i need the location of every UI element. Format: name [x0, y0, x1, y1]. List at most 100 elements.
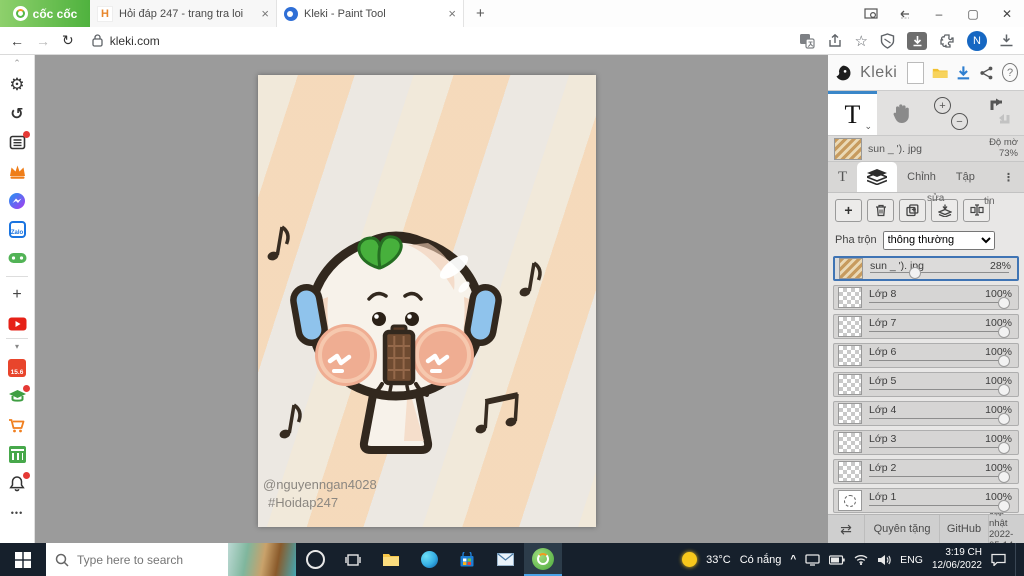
language-indicator[interactable]: ENG: [900, 554, 923, 566]
tab-hoidap247[interactable]: H Hỏi đáp 247 - trang tra loi ×: [90, 0, 277, 27]
coccoc-brand-button[interactable]: cốc cốc: [0, 0, 90, 27]
file-explorer-button[interactable]: [372, 543, 410, 576]
cortana-button[interactable]: [296, 543, 334, 576]
messenger-icon[interactable]: [2, 186, 32, 215]
microsoft-store-button[interactable]: [448, 543, 486, 576]
delete-layer-button[interactable]: [867, 198, 894, 222]
zoom-in-icon[interactable]: +: [934, 97, 951, 114]
action-center-icon[interactable]: [991, 553, 1006, 566]
undo-redo-button[interactable]: [975, 91, 1024, 135]
maximize-button[interactable]: ▢: [956, 0, 990, 27]
tab-close-icon[interactable]: ×: [261, 7, 269, 20]
news-feed-icon[interactable]: [2, 128, 32, 157]
swap-ui-icon[interactable]: ⇄: [828, 515, 865, 543]
zoom-tool-button[interactable]: + −: [926, 91, 975, 135]
tab-close-icon[interactable]: ×: [448, 7, 456, 20]
kleki-workspace[interactable]: @nguyenngan4028 #Hoidap247: [36, 55, 828, 543]
display-tray-icon[interactable]: [805, 553, 820, 566]
shield-icon[interactable]: [880, 32, 895, 49]
add-app-icon[interactable]: +: [2, 280, 32, 309]
open-folder-icon[interactable]: [932, 65, 948, 81]
tab-file[interactable]: Tập: [946, 162, 985, 192]
temperature[interactable]: 33°C: [706, 554, 731, 566]
drawing-canvas[interactable]: @nguyenngan4028 #Hoidap247: [258, 75, 596, 527]
mail-button[interactable]: [486, 543, 524, 576]
share-icon[interactable]: [827, 33, 843, 49]
duplicate-layer-button[interactable]: [899, 198, 926, 222]
youtube-icon[interactable]: [2, 309, 32, 338]
share-icon[interactable]: [979, 64, 994, 82]
layer-row-3[interactable]: Lớp 3 100%: [833, 430, 1019, 455]
reading-mode-icon[interactable]: [854, 0, 888, 27]
opacity-slider[interactable]: [869, 297, 1010, 309]
sidebar-more-icon[interactable]: •••: [2, 498, 32, 527]
zoom-out-icon[interactable]: −: [951, 113, 968, 130]
layer-row-5[interactable]: Lớp 5 100%: [833, 372, 1019, 397]
games-icon[interactable]: [2, 244, 32, 273]
weather-sun-icon[interactable]: [682, 552, 698, 567]
tab-text[interactable]: T: [828, 162, 857, 192]
tab-layers[interactable]: [857, 162, 898, 192]
search-input[interactable]: [75, 551, 209, 568]
minimize-button[interactable]: –: [922, 0, 956, 27]
opacity-slider[interactable]: [869, 442, 1010, 454]
shopping-cart-icon[interactable]: [2, 411, 32, 440]
new-tab-button[interactable]: +: [464, 0, 497, 27]
taskbar-search[interactable]: [46, 543, 296, 576]
reload-icon[interactable]: ↻: [62, 32, 74, 49]
weather-text[interactable]: Có nắng: [740, 554, 782, 566]
opacity-slider[interactable]: [869, 471, 1010, 483]
hand-tool-button[interactable]: [877, 91, 926, 135]
tab-kleki[interactable]: Kleki - Paint Tool ×: [277, 0, 464, 27]
github-link[interactable]: GitHub: [940, 515, 989, 543]
sale-icon[interactable]: 15.6: [2, 353, 32, 382]
vip-crown-icon[interactable]: [2, 157, 32, 186]
help-icon[interactable]: ?: [1002, 63, 1018, 82]
opacity-slider[interactable]: [869, 355, 1010, 367]
download-active-icon[interactable]: [907, 31, 927, 50]
tray-chevron-icon[interactable]: ^: [790, 554, 796, 565]
layer-row-4[interactable]: Lớp 4 100%: [833, 401, 1019, 426]
address-bar[interactable]: kleki.com: [86, 34, 787, 48]
layer-row-8[interactable]: Lớp 8 100%: [833, 285, 1019, 310]
task-view-button[interactable]: [334, 543, 372, 576]
notification-bell-icon[interactable]: [2, 469, 32, 498]
opacity-slider[interactable]: [869, 500, 1010, 512]
search-highlight-image[interactable]: [228, 543, 296, 576]
forward-icon[interactable]: →: [36, 33, 50, 49]
downloads-tray-icon[interactable]: [999, 33, 1014, 48]
clock[interactable]: 3:19 CH 12/06/2022: [932, 547, 982, 572]
translate-icon[interactable]: [799, 33, 815, 49]
layer-row-1[interactable]: Lớp 1 100%: [833, 488, 1019, 513]
extensions-puzzle-icon[interactable]: [939, 33, 955, 49]
donate-link[interactable]: Quyên tặng: [865, 515, 940, 543]
back-icon[interactable]: ←: [10, 33, 24, 49]
new-image-button[interactable]: [907, 61, 925, 84]
add-layer-button[interactable]: +: [835, 198, 862, 222]
settings-gear-icon[interactable]: ⚙: [2, 70, 32, 99]
history-icon[interactable]: ↺: [2, 99, 32, 128]
tab-more-icon[interactable]: ⋮: [993, 162, 1024, 192]
sidebar-collapse-icon[interactable]: ⌃: [2, 56, 32, 70]
save-download-icon[interactable]: [956, 64, 971, 82]
layer-row-sun[interactable]: sun _ '). jpg 28%: [833, 256, 1019, 281]
volume-icon[interactable]: [877, 554, 891, 566]
layer-row-7[interactable]: Lớp 7 100%: [833, 314, 1019, 339]
wifi-icon[interactable]: [854, 554, 868, 565]
text-tool-button[interactable]: T ⌄: [828, 91, 877, 135]
layer-row-6[interactable]: Lớp 6 100%: [833, 343, 1019, 368]
store-icon[interactable]: [2, 440, 32, 469]
edge-button[interactable]: [410, 543, 448, 576]
coccoc-taskbar-button[interactable]: [524, 543, 562, 576]
education-icon[interactable]: [2, 382, 32, 411]
recall-tab-icon[interactable]: [888, 0, 922, 27]
opacity-slider[interactable]: [869, 384, 1010, 396]
sidebar-more-arrow-icon[interactable]: ▾: [6, 338, 28, 353]
blend-select[interactable]: thông thường: [882, 230, 995, 250]
opacity-slider[interactable]: [870, 267, 1009, 279]
battery-icon[interactable]: [829, 554, 845, 565]
opacity-slider[interactable]: [869, 326, 1010, 338]
zalo-icon[interactable]: Zalo: [2, 215, 32, 244]
profile-avatar[interactable]: N: [967, 30, 987, 51]
tab-edit[interactable]: Chỉnh: [897, 162, 946, 192]
